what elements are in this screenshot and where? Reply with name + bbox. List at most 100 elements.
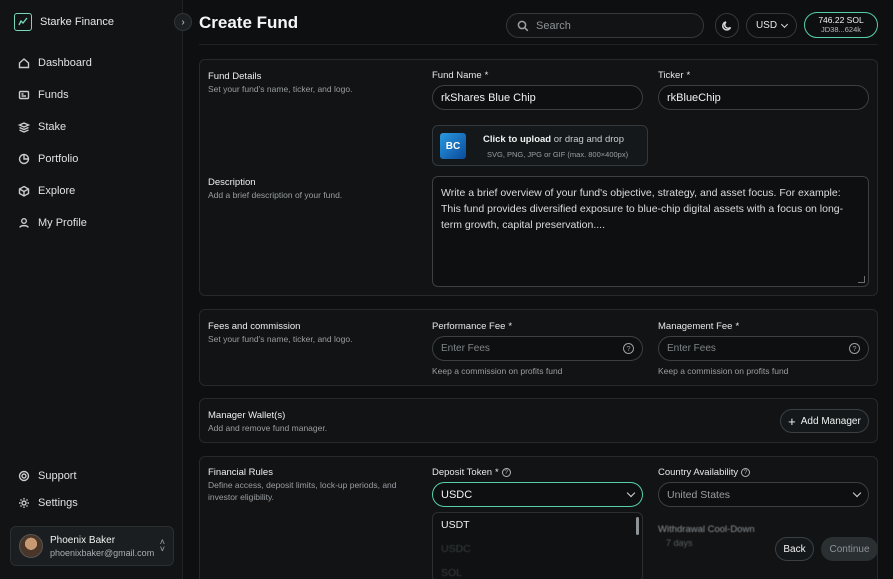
country-availability-label-text: Country Availability xyxy=(658,467,739,478)
help-icon[interactable]: ? xyxy=(623,343,634,354)
chevron-right-icon: › xyxy=(181,16,185,28)
management-fee-placeholder: Enter Fees xyxy=(667,343,716,354)
sidebar-item-label: Dashboard xyxy=(38,57,92,69)
wallet-button[interactable]: 746.22 SOL JD38...624k xyxy=(804,12,878,38)
profile-name: Phoenix Baker xyxy=(50,534,116,546)
upload-hint: SVG, PNG, JPG or GIF (max. 800×400px) xyxy=(487,150,629,159)
fund-details-card: Fund Details Set your fund’s name, ticke… xyxy=(199,59,878,296)
cube-icon xyxy=(18,185,30,197)
performance-fee-hint: Keep a commission on profits fund xyxy=(432,366,563,376)
back-button[interactable]: Back xyxy=(775,537,814,561)
description-textarea[interactable]: Write a brief overview of your fund's ob… xyxy=(432,176,869,287)
search-icon xyxy=(517,20,529,31)
performance-fee-input[interactable]: Enter Fees ? xyxy=(432,336,643,361)
section-description: Add and remove fund manager. xyxy=(208,423,328,433)
required-marker: * xyxy=(495,467,499,478)
sidebar-item-settings[interactable]: Settings xyxy=(18,489,78,516)
theme-toggle-button[interactable] xyxy=(715,13,739,38)
section-title: Fund Details xyxy=(208,71,262,82)
profile-text: Phoenix Baker phoenixbaker@gmail.com xyxy=(50,534,155,558)
management-fee-hint: Keep a commission on profits fund xyxy=(658,366,789,376)
deposit-token-select[interactable]: USDC xyxy=(432,482,643,507)
section-description: Define access, deposit limits, lock-up p… xyxy=(208,480,397,502)
performance-fee-label: Performance Fee * xyxy=(432,321,512,332)
header-divider xyxy=(199,44,878,45)
required-marker: * xyxy=(484,70,489,81)
chevron-down-icon xyxy=(852,488,862,498)
upload-rest: or drag and drop xyxy=(553,134,624,145)
sidebar-nav: Dashboard Funds Stake Portfolio Explore … xyxy=(18,47,92,239)
help-icon[interactable]: ? xyxy=(501,468,511,477)
dropdown-option[interactable]: SOL xyxy=(433,561,642,579)
sidebar-item-label: Explore xyxy=(38,185,76,197)
fund-name-label-text: Fund Name xyxy=(432,70,482,81)
dropdown-option[interactable]: USDC xyxy=(433,537,642,561)
deposit-token-label-text: Deposit Token xyxy=(432,467,493,478)
chevron-down-icon xyxy=(626,488,636,498)
withdrawal-cooldown-label: Withdrawal Cool-Down xyxy=(658,524,755,535)
ticker-input[interactable]: rkBlueChip xyxy=(658,85,869,110)
withdrawal-cooldown-select[interactable]: 7 days xyxy=(658,538,778,556)
chevron-down-icon xyxy=(781,20,789,28)
currency-select[interactable]: USD xyxy=(746,13,797,38)
brand[interactable]: Starke Finance xyxy=(14,13,114,31)
moon-icon xyxy=(722,20,732,31)
fund-name-label: Fund Name * xyxy=(432,70,488,81)
upload-cta[interactable]: Click to upload xyxy=(483,134,551,145)
gear-icon xyxy=(19,497,29,508)
search-box[interactable] xyxy=(506,13,704,38)
wallet-address: JD38...624k xyxy=(820,25,862,34)
fund-name-input[interactable]: rkShares Blue Chip xyxy=(432,85,643,110)
country-availability-select[interactable]: United States xyxy=(658,482,869,507)
continue-button[interactable]: Continue xyxy=(821,537,878,561)
sidebar-item-funds[interactable]: Funds xyxy=(18,79,92,111)
section-description: Set your fund’s name, ticker, and logo. xyxy=(208,334,353,344)
profile-email: phoenixbaker@gmail.com xyxy=(50,547,155,558)
deposit-token-value: USDC xyxy=(441,488,473,501)
sidebar-item-explore[interactable]: Explore xyxy=(18,175,92,207)
search-input[interactable] xyxy=(536,19,686,32)
help-icon[interactable]: ? xyxy=(741,468,751,477)
sidebar-item-label: Portfolio xyxy=(38,153,79,165)
management-fee-label: Management Fee * xyxy=(658,321,739,332)
management-fee-input[interactable]: Enter Fees ? xyxy=(658,336,869,361)
deposit-token-label: Deposit Token * ? xyxy=(432,467,511,478)
plus-icon: + xyxy=(788,413,796,429)
dropdown-option[interactable]: USDT xyxy=(433,513,642,537)
profile-card[interactable]: Phoenix Baker phoenixbaker@gmail.com ˄ ˅ xyxy=(10,526,174,566)
section-title: Manager Wallet(s) xyxy=(208,410,286,421)
section-title: Fees and commission xyxy=(208,321,301,332)
brand-name: Starke Finance xyxy=(40,16,114,28)
section-description: Set your fund’s name, ticker, and logo. xyxy=(208,84,353,94)
logo-upload-area[interactable]: BC Click to upload or drag and drop SVG,… xyxy=(432,125,648,166)
sidebar-item-support[interactable]: Support xyxy=(18,462,78,489)
ticker-label: Ticker * xyxy=(658,70,690,81)
sidebar-item-label: Funds xyxy=(38,89,69,101)
sidebar-item-label: My Profile xyxy=(38,217,87,229)
sidebar-item-portfolio[interactable]: Portfolio xyxy=(18,143,92,175)
sidebar-item-dashboard[interactable]: Dashboard xyxy=(18,47,92,79)
stack-icon xyxy=(18,122,30,133)
collapse-sidebar-button[interactable]: › xyxy=(174,13,192,31)
sidebar-item-stake[interactable]: Stake xyxy=(18,111,92,143)
required-marker: * xyxy=(735,321,740,332)
section-title: Financial Rules xyxy=(208,467,273,478)
avatar xyxy=(19,534,43,558)
resize-grip-icon[interactable] xyxy=(858,276,865,283)
dropdown-scrollbar[interactable] xyxy=(636,517,639,535)
country-availability-label: Country Availability ? xyxy=(658,467,751,478)
ticker-label-text: Ticker xyxy=(658,70,684,81)
brand-logo-icon xyxy=(14,13,32,31)
add-manager-button[interactable]: + Add Manager xyxy=(780,409,869,433)
fund-logo-preview: BC xyxy=(440,133,466,159)
help-icon[interactable]: ? xyxy=(849,343,860,354)
description-text: Write a brief overview of your fund's ob… xyxy=(441,187,844,231)
support-icon xyxy=(18,470,30,481)
sidebar-item-my-profile[interactable]: My Profile xyxy=(18,207,92,239)
home-icon xyxy=(18,58,30,69)
manager-wallets-card: Manager Wallet(s) Add and remove fund ma… xyxy=(199,398,878,443)
sidebar-bottom-nav: Support Settings xyxy=(18,462,78,516)
description-desc: Add a brief description of your fund. xyxy=(208,190,343,200)
management-fee-label-text: Management Fee xyxy=(658,321,733,332)
fees-card: Fees and commission Set your fund’s name… xyxy=(199,309,878,386)
